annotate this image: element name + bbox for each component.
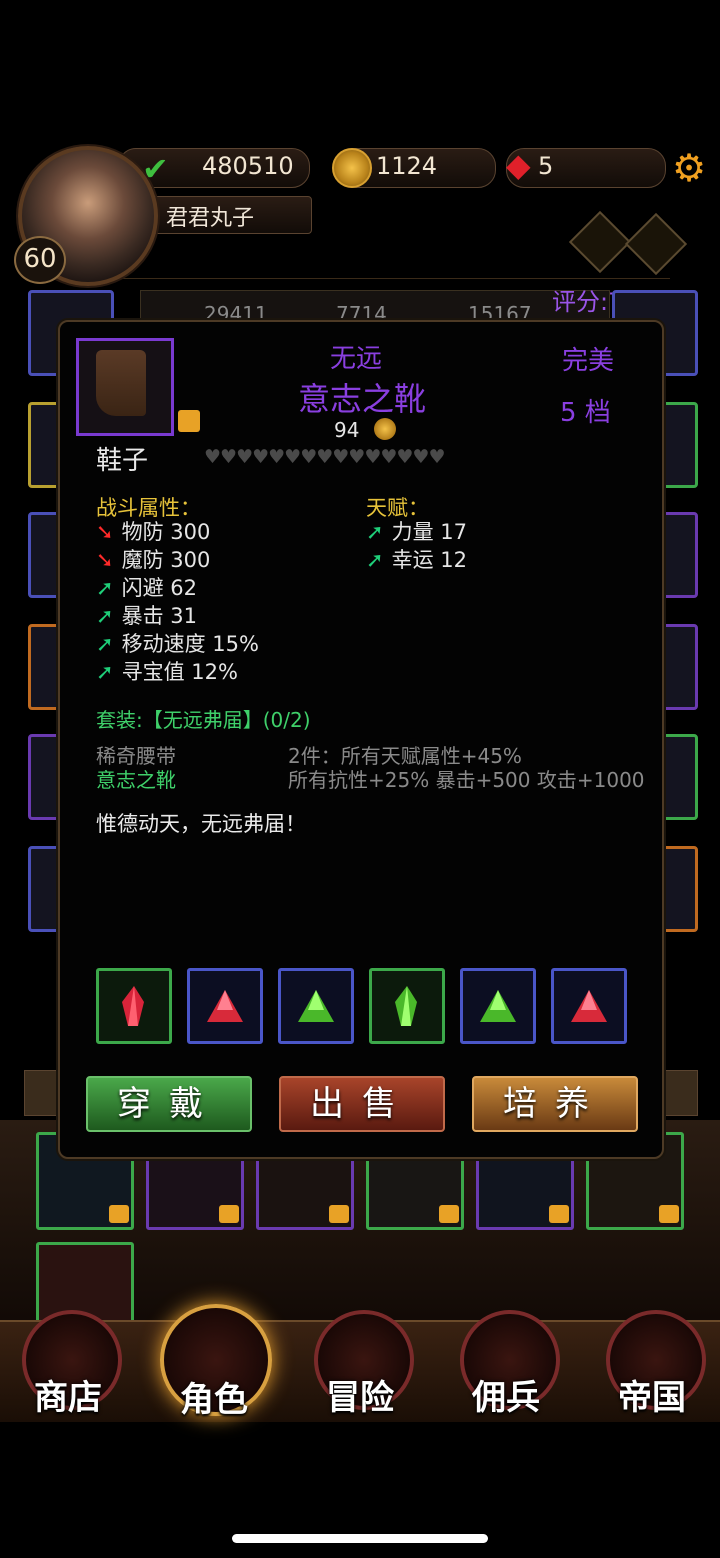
green-triangle-gem-icon — [480, 990, 516, 1022]
equip-button[interactable]: 穿戴 — [86, 1076, 252, 1132]
stat-row: ➘ 魔防 300 — [96, 548, 211, 572]
item-price: 94 — [334, 418, 360, 442]
nav-shop[interactable]: 商店 — [8, 1370, 128, 1419]
arrow-up-icon: ➚ — [96, 632, 114, 656]
stat-row: ➚ 暴击 31 — [96, 604, 198, 628]
green-crystal-icon — [395, 986, 417, 1026]
talent-list: ➚ 力量 17 ➚ 幸运 12 — [366, 518, 467, 574]
red-gem-icon: ◆ — [506, 146, 531, 184]
heart-row: ♥♥♥♥♥♥♥♥♥♥♥♥♥♥♥ — [204, 446, 445, 468]
item-tier: 5 档 — [560, 398, 611, 428]
stat-row: ➚ 寻宝值 12% — [96, 660, 238, 684]
arrow-up-icon: ➚ — [96, 604, 114, 628]
nav-mercenary[interactable]: 佣兵 — [446, 1370, 566, 1419]
arrow-down-icon: ➘ — [96, 548, 114, 572]
item-name: 意志之靴 — [298, 380, 427, 418]
stat-row: ➘ 物防 300 — [96, 520, 211, 544]
sell-button[interactable]: 出售 — [279, 1076, 445, 1132]
arrow-down-icon: ➘ — [96, 520, 114, 544]
gem-socket[interactable] — [96, 968, 172, 1044]
gold-coin-icon — [332, 148, 372, 188]
item-quality: 完美 — [562, 346, 615, 376]
lock-icon — [329, 1205, 349, 1223]
green-triangle-gem-icon — [298, 990, 334, 1022]
train-button[interactable]: 培养 — [472, 1076, 638, 1132]
gem-socket[interactable] — [187, 968, 263, 1044]
gem-socket[interactable] — [278, 968, 354, 1044]
lock-icon — [659, 1205, 679, 1223]
exp-value: 480510 — [202, 152, 294, 180]
arrow-up-icon: ➚ — [96, 660, 114, 684]
arrow-up-icon: ➚ — [366, 520, 384, 544]
combat-stats-list: ➘ 物防 300 ➘ 魔防 300 ➚ 闪避 62 ➚ 暴击 31 ➚ 移动速度 15% … — [96, 518, 259, 686]
stat-row: ➚ 力量 17 — [366, 520, 468, 544]
stat-row: ➚ 移动速度 15% — [96, 632, 259, 656]
lock-icon — [439, 1205, 459, 1223]
item-type: 鞋子 — [96, 446, 149, 476]
set-piece: 意志之靴 — [96, 768, 176, 792]
gem-socket[interactable] — [460, 968, 536, 1044]
arrow-up-icon: ➚ — [366, 548, 384, 572]
gem-socket[interactable] — [369, 968, 445, 1044]
nav-character[interactable]: 角色 — [154, 1372, 274, 1421]
item-series: 无远 — [330, 344, 383, 374]
home-indicator[interactable] — [232, 1534, 488, 1543]
coin-icon — [374, 418, 396, 440]
gem-socket[interactable] — [551, 968, 627, 1044]
gem-value: 5 — [538, 152, 554, 180]
arrow-up-icon: ➚ — [96, 576, 114, 600]
nav-adventure[interactable]: 冒险 — [300, 1370, 420, 1419]
lock-icon — [109, 1205, 129, 1223]
gold-value: 1124 — [376, 152, 438, 180]
red-crystal-icon — [122, 986, 144, 1026]
player-name: 君君丸子 — [166, 206, 255, 231]
red-triangle-gem-icon — [571, 990, 607, 1022]
stat-row: ➚ 闪避 62 — [96, 576, 198, 600]
set-title: 套装:【无远弗届】(0/2) — [96, 708, 311, 732]
red-triangle-gem-icon — [207, 990, 243, 1022]
lock-icon[interactable] — [178, 410, 200, 432]
nav-empire[interactable]: 帝国 — [592, 1370, 712, 1419]
stat-row: ➚ 幸运 12 — [366, 548, 468, 572]
settings-gear-icon[interactable]: ⚙ — [672, 146, 706, 190]
flavor-text: 惟德动天，无远弗届！ — [96, 812, 306, 836]
set-bonus: 所有抗性+25% 暴击+500 攻击+1000 — [288, 768, 645, 792]
lock-icon — [219, 1205, 239, 1223]
lock-icon — [549, 1205, 569, 1223]
boot-icon — [96, 350, 146, 416]
player-level: 60 — [14, 236, 66, 284]
